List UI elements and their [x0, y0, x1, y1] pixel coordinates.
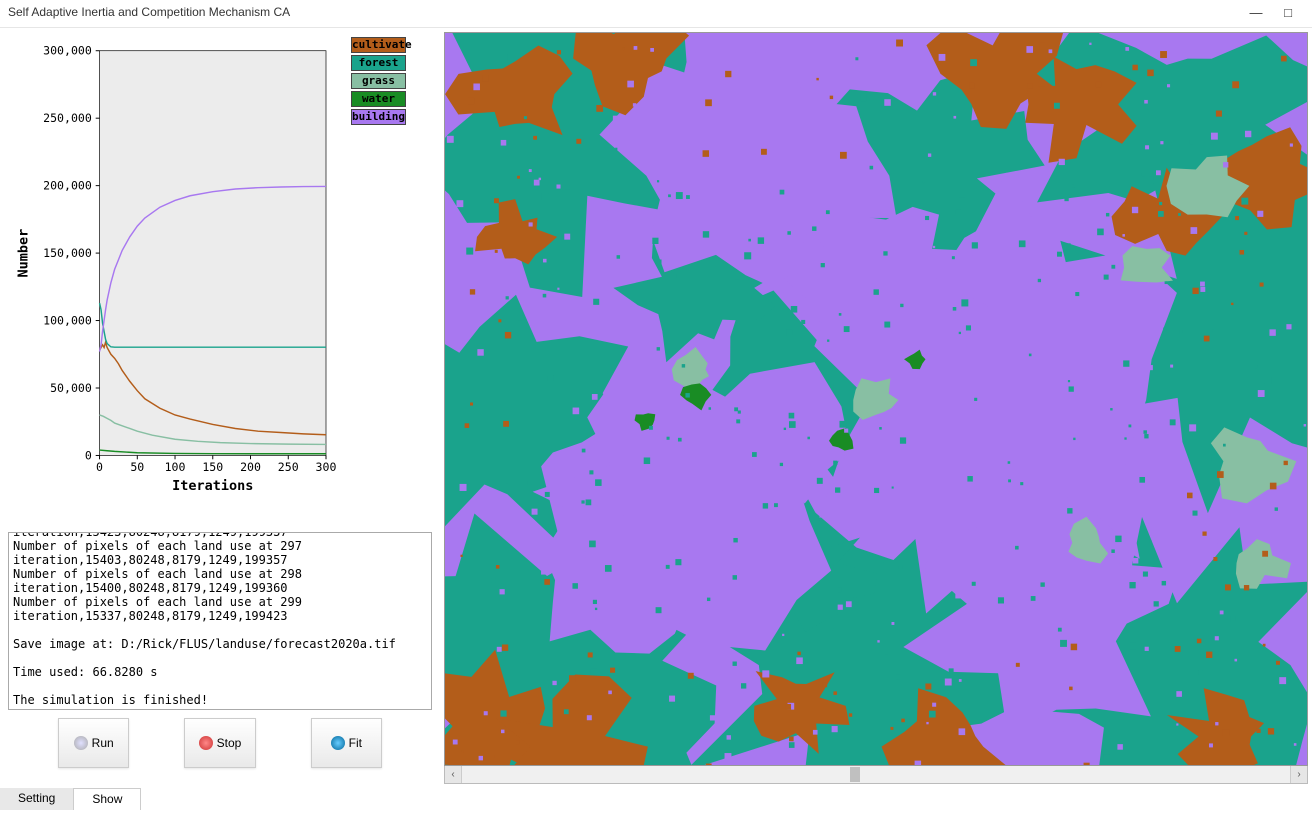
svg-text:150: 150	[202, 460, 223, 474]
scroll-thumb[interactable]	[850, 767, 860, 782]
right-panel: ‹ ›	[440, 28, 1312, 788]
svg-text:0: 0	[96, 460, 103, 474]
legend-item-building: building	[351, 109, 406, 125]
fit-icon	[331, 736, 345, 750]
tab-setting[interactable]: Setting	[0, 788, 74, 810]
svg-text:50: 50	[130, 460, 144, 474]
svg-text:Iterations: Iterations	[172, 478, 253, 494]
horizontal-scrollbar[interactable]: ‹ ›	[444, 766, 1308, 784]
svg-text:250,000: 250,000	[43, 111, 92, 125]
maximize-button[interactable]: □	[1272, 1, 1304, 23]
svg-text:300,000: 300,000	[43, 44, 92, 58]
stop-icon	[199, 736, 213, 750]
legend-item-water: water	[351, 91, 406, 107]
tab-show[interactable]: Show	[74, 788, 141, 810]
iteration-chart: 0 50,000 100,000 150,000 200,000 250,000 300,0…	[8, 32, 432, 532]
run-icon	[74, 736, 88, 750]
svg-text:100: 100	[165, 460, 186, 474]
left-panel: 0 50,000 100,000 150,000 200,000 250,000 300,0…	[0, 28, 440, 788]
svg-text:200,000: 200,000	[43, 178, 92, 192]
stop-button[interactable]: Stop	[184, 718, 255, 768]
map-viewport[interactable]	[444, 32, 1308, 766]
legend-item-cultivate: cultivate	[351, 37, 406, 53]
svg-text:0: 0	[85, 448, 92, 462]
legend-item-forest: forest	[351, 55, 406, 71]
svg-text:300: 300	[316, 460, 337, 474]
title-bar: Self Adaptive Inertia and Competition Me…	[0, 0, 1312, 24]
bottom-tabs: Setting Show	[0, 788, 1312, 810]
log-output[interactable]: iteration,15423,80248,8179,1249,199337 N…	[8, 532, 432, 710]
chart-legend: cultivate forest grass water building	[351, 37, 406, 127]
run-button[interactable]: Run	[58, 718, 129, 768]
svg-text:50,000: 50,000	[50, 381, 92, 395]
window-title: Self Adaptive Inertia and Competition Me…	[8, 5, 290, 19]
svg-text:Number: Number	[15, 229, 31, 278]
fit-button[interactable]: Fit	[311, 718, 382, 768]
legend-item-grass: grass	[351, 73, 406, 89]
svg-text:200: 200	[240, 460, 261, 474]
svg-text:100,000: 100,000	[43, 313, 92, 327]
svg-text:150,000: 150,000	[43, 246, 92, 260]
scroll-right-arrow[interactable]: ›	[1290, 766, 1307, 783]
svg-text:250: 250	[278, 460, 299, 474]
minimize-button[interactable]: —	[1240, 1, 1272, 23]
scroll-left-arrow[interactable]: ‹	[445, 766, 462, 783]
